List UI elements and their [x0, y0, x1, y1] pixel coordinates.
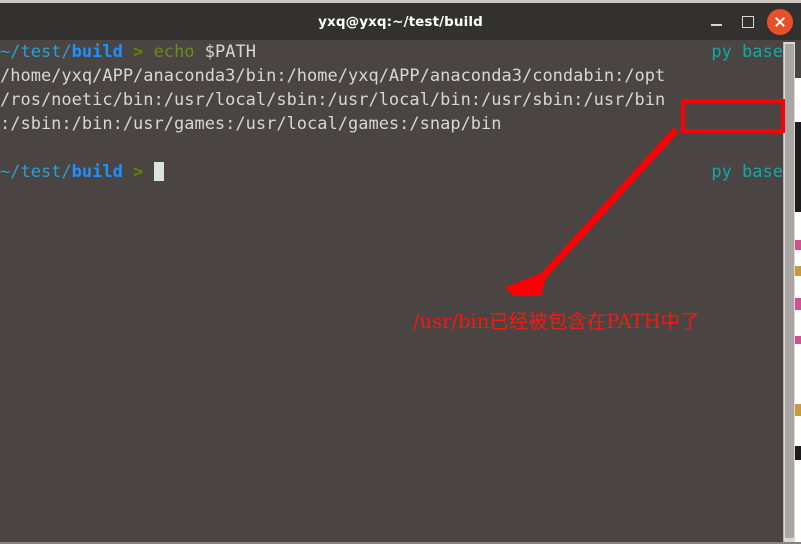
background-window-sliver — [795, 78, 801, 544]
close-button[interactable] — [767, 8, 793, 35]
window-title: yxq@yxq:~/test/build — [318, 13, 483, 30]
annotation-note-text: /usr/bin已经被包含在PATH中了 — [413, 310, 700, 333]
prompt-arrow-icon-2: > — [133, 162, 144, 182]
command-name: echo — [153, 42, 195, 62]
prompt-row-2: ~/test/build > — [0, 160, 164, 184]
text-cursor[interactable] — [153, 162, 164, 181]
terminal-line-prompt-2: ~/test/build > py base — [0, 160, 801, 184]
prompt-row-1: ~/test/build > echo $PATH — [0, 40, 256, 64]
window-titlebar[interactable]: yxq@yxq:~/test/build — [0, 3, 801, 40]
command-args: $PATH — [204, 42, 256, 62]
path-output-segment-3: :/sbin:/bin:/usr/games:/usr/local/games:… — [0, 114, 502, 134]
path-output-segment-2: /ros/noetic/bin:/usr/local/sbin:/usr/loc… — [0, 90, 666, 110]
terminal-line-output-3: :/sbin:/bin:/usr/games:/usr/local/games:… — [0, 112, 801, 136]
terminal-window: yxq@yxq:~/test/build ~/test/build > echo… — [0, 0, 801, 544]
terminal-line-prompt-1: ~/test/build > echo $PATH py base — [0, 40, 801, 64]
terminal-line-output-2: /ros/noetic/bin:/usr/local/sbin:/usr/loc… — [0, 88, 801, 112]
vertical-scrollbar[interactable] — [783, 42, 795, 542]
minimize-button[interactable] — [703, 9, 729, 35]
maximize-icon — [742, 15, 754, 28]
terminal-line-output-1: /home/yxq/APP/anaconda3/bin:/home/yxq/AP… — [0, 64, 801, 88]
conda-env-status-2: py base — [711, 162, 783, 182]
close-icon — [774, 16, 786, 28]
prompt-path-prefix: ~/test/ — [0, 42, 72, 62]
minimize-icon — [710, 24, 722, 26]
terminal-output-area[interactable]: ~/test/build > echo $PATH py base /home/… — [0, 40, 801, 542]
terminal-lines: ~/test/build > echo $PATH py base /home/… — [0, 40, 801, 184]
prompt-path-prefix-2: ~/test/ — [0, 162, 72, 182]
maximize-button[interactable] — [735, 9, 761, 35]
prompt-path-dir: build — [71, 42, 123, 62]
window-controls — [703, 3, 793, 40]
prompt-arrow-icon: > — [133, 42, 144, 62]
scrollbar-thumb[interactable] — [785, 44, 794, 538]
conda-env-status-1: py base — [711, 42, 783, 62]
prompt-path-dir-2: build — [71, 162, 123, 182]
path-output-segment-1: /home/yxq/APP/anaconda3/bin:/home/yxq/AP… — [0, 66, 666, 86]
